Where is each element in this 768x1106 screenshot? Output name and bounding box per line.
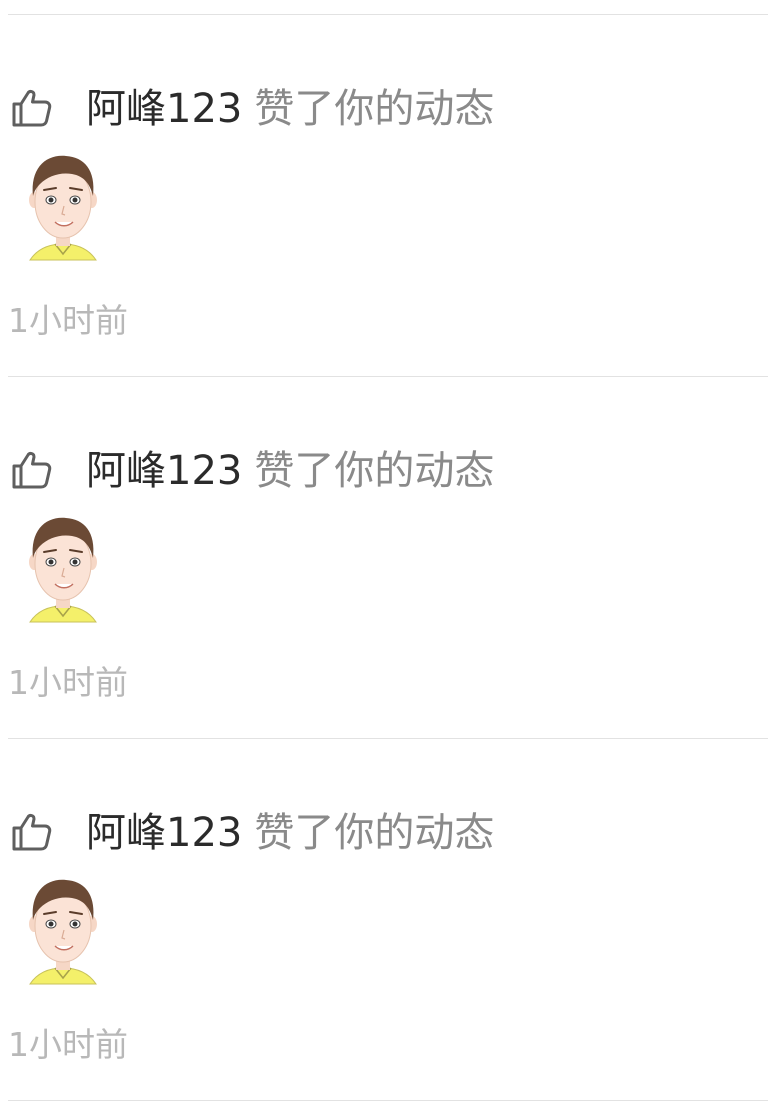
timestamp: 1小时前 (8, 1025, 128, 1064)
avatar[interactable] (24, 868, 102, 1000)
action-text: 赞了你的动态 (254, 86, 495, 132)
thumbs-up-icon (10, 447, 54, 491)
avatar[interactable] (24, 506, 102, 638)
notification-item[interactable]: 阿峰123 赞了你的动态 1小时前 (0, 376, 768, 738)
thumbs-up-icon (10, 85, 54, 129)
timestamp: 1小时前 (8, 663, 128, 702)
notification-text: 阿峰123 赞了你的动态 (86, 83, 494, 135)
action-text: 赞了你的动态 (254, 810, 495, 856)
notification-item[interactable]: 阿峰123 赞了你的动态 1小时前 (0, 14, 768, 376)
thumbs-up-icon (10, 809, 54, 853)
notification-item[interactable]: 阿峰123 赞了你的动态 1小时前 (0, 738, 768, 1100)
user-name-link[interactable]: 阿峰123 (86, 448, 242, 494)
action-text: 赞了你的动态 (254, 448, 495, 494)
divider (8, 1100, 768, 1101)
notification-text: 阿峰123 赞了你的动态 (86, 807, 494, 859)
timestamp: 1小时前 (8, 301, 128, 340)
user-name-link[interactable]: 阿峰123 (86, 86, 242, 132)
avatar[interactable] (24, 144, 102, 276)
user-name-link[interactable]: 阿峰123 (86, 810, 242, 856)
notification-text: 阿峰123 赞了你的动态 (86, 445, 494, 497)
